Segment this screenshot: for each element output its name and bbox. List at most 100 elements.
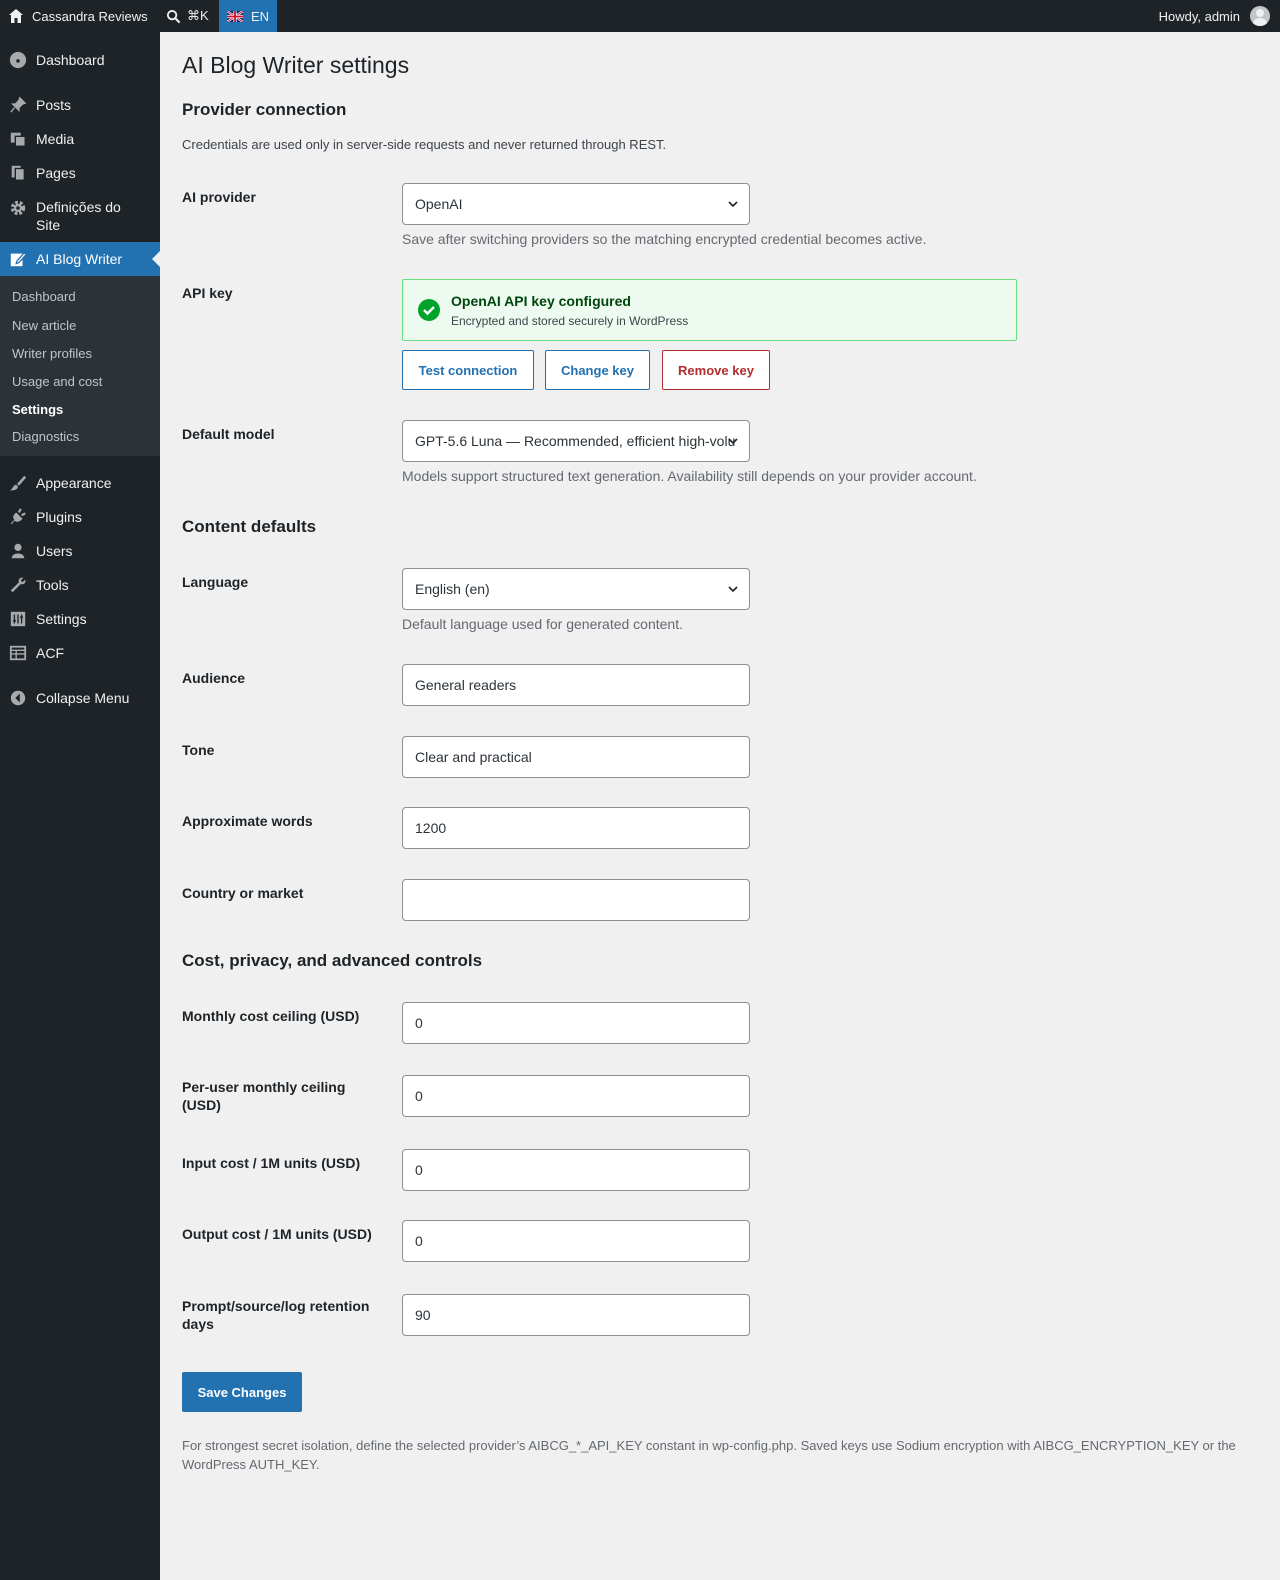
submenu-item-usage-cost[interactable]: Usage and cost — [12, 374, 102, 389]
command-search[interactable]: ⌘K — [166, 0, 209, 32]
sidebar-item-tools[interactable]: Tools — [0, 569, 160, 601]
dashboard-icon — [8, 50, 28, 70]
retention-days-label: Prompt/source/log retention days — [182, 1298, 370, 1332]
encryption-footer-note: For strongest secret isolation, define t… — [182, 1438, 1236, 1472]
sidebar-label: Collapse Menu — [36, 690, 130, 706]
sidebar-label: Posts — [36, 97, 72, 113]
chevron-down-icon — [728, 438, 738, 445]
ai-provider-help: Save after switching providers so the ma… — [402, 231, 927, 247]
settings-icon — [8, 609, 28, 629]
acf-icon — [8, 643, 28, 663]
submenu-item-diagnostics[interactable]: Diagnostics — [12, 429, 79, 444]
per-user-ceiling-input[interactable]: 0 — [402, 1075, 750, 1117]
api-key-status-title: OpenAI API key configured — [451, 293, 631, 309]
plugin-icon — [8, 507, 28, 527]
uk-flag-icon — [227, 10, 243, 22]
change-key-button[interactable]: Change key — [545, 350, 650, 390]
pages-icon — [8, 163, 28, 183]
sidebar-item-users[interactable]: Users — [0, 535, 160, 567]
submenu-item-writer-profiles[interactable]: Writer profiles — [12, 346, 92, 361]
default-model-select[interactable]: GPT-5.6 Luna — Recommended, efficient hi… — [402, 420, 750, 462]
admin-bar: Cassandra Reviews ⌘K EN Howdy, admin — [0, 0, 1280, 32]
search-icon — [166, 9, 181, 23]
api-key-label: API key — [182, 285, 233, 301]
test-connection-button[interactable]: Test connection — [402, 350, 534, 390]
sidebar-item-acf[interactable]: ACF — [0, 637, 160, 669]
section-heading-provider: Provider connection — [182, 100, 347, 119]
language-value: English (en) — [415, 581, 490, 597]
input-cost-input[interactable]: 0 — [402, 1149, 750, 1191]
collapse-icon — [8, 688, 28, 708]
sidebar-label: Plugins — [36, 509, 82, 525]
submenu-item-settings[interactable]: Settings — [12, 402, 63, 417]
wrench-icon — [8, 575, 28, 595]
howdy-text: Howdy, admin — [1158, 8, 1240, 24]
avatar — [1250, 6, 1270, 26]
ai-provider-select[interactable]: OpenAI — [402, 183, 750, 225]
sidebar-label: Settings — [36, 611, 87, 627]
submenu-item-new-article[interactable]: New article — [12, 318, 76, 333]
sidebar-label: Definições do Site — [36, 199, 121, 233]
sidebar-item-posts[interactable]: Posts — [0, 89, 160, 121]
sidebar-label: Appearance — [36, 475, 112, 491]
per-user-ceiling-label: Per-user monthly ceiling (USD) — [182, 1079, 346, 1113]
sidebar-item-dashboard[interactable]: Dashboard — [0, 44, 160, 76]
page-title: AI Blog Writer settings — [182, 52, 410, 78]
sidebar-item-settings[interactable]: Settings — [0, 603, 160, 635]
brush-icon — [8, 473, 28, 493]
input-cost-label: Input cost / 1M units (USD) — [182, 1155, 361, 1171]
site-name: Cassandra Reviews — [32, 8, 148, 24]
approximate-words-input[interactable]: 1200 — [402, 807, 750, 849]
media-icon — [8, 129, 28, 149]
save-changes-button[interactable]: Save Changes — [182, 1372, 302, 1412]
output-cost-input[interactable]: 0 — [402, 1220, 750, 1262]
country-market-input[interactable] — [402, 879, 750, 921]
audience-label: Audience — [182, 670, 246, 686]
country-market-label: Country or market — [182, 885, 304, 901]
sidebar-label: Pages — [36, 165, 76, 181]
sidebar-label: Dashboard — [36, 52, 105, 68]
language-switcher[interactable]: EN — [219, 0, 277, 32]
remove-key-button[interactable]: Remove key — [662, 350, 770, 390]
monthly-ceiling-input[interactable]: 0 — [402, 1002, 750, 1044]
section-heading-cost: Cost, privacy, and advanced controls — [182, 951, 483, 970]
default-model-value: GPT-5.6 Luna — Recommended, efficient hi… — [415, 433, 735, 449]
account-menu[interactable]: Howdy, admin — [1159, 0, 1270, 32]
api-key-status-notice: OpenAI API key configured Encrypted and … — [402, 279, 1017, 341]
ai-blog-writer-submenu: Dashboard New article Writer profiles Us… — [0, 276, 160, 456]
home-icon — [9, 9, 23, 23]
sidebar-item-appearance[interactable]: Appearance — [0, 467, 160, 499]
check-circle-icon — [418, 299, 440, 321]
sidebar-label: ACF — [36, 645, 64, 661]
sidebar-label: Tools — [36, 577, 69, 593]
sidebar-label: Users — [36, 543, 73, 559]
language-code: EN — [251, 8, 270, 24]
audience-input[interactable]: General readers — [402, 664, 750, 706]
sidebar-label: Media — [36, 131, 75, 147]
pin-icon — [8, 95, 28, 115]
language-help: Default language used for generated cont… — [402, 616, 683, 632]
sidebar-item-media[interactable]: Media — [0, 123, 160, 155]
sidebar-item-ai-blog-writer[interactable]: AI Blog Writer — [0, 242, 160, 276]
section-heading-content: Content defaults — [182, 517, 317, 536]
gear-icon — [8, 198, 28, 218]
chevron-down-icon — [728, 201, 738, 208]
language-select[interactable]: English (en) — [402, 568, 750, 610]
retention-days-input[interactable]: 90 — [402, 1294, 750, 1336]
language-label: Language — [182, 574, 249, 590]
default-model-help: Models support structured text generatio… — [402, 468, 977, 484]
tone-input[interactable]: Clear and practical — [402, 736, 750, 778]
monthly-ceiling-label: Monthly cost ceiling (USD) — [182, 1008, 360, 1024]
output-cost-label: Output cost / 1M units (USD) — [182, 1226, 372, 1242]
sidebar-item-plugins[interactable]: Plugins — [0, 501, 160, 533]
user-icon — [8, 541, 28, 561]
site-name-link[interactable]: Cassandra Reviews — [8, 0, 148, 32]
chevron-down-icon — [728, 586, 738, 593]
sidebar-item-site-definitions[interactable]: Definições do Site — [0, 192, 160, 238]
collapse-menu-button[interactable]: Collapse Menu — [0, 682, 160, 714]
sidebar-item-pages[interactable]: Pages — [0, 157, 160, 189]
ai-provider-value: OpenAI — [415, 196, 463, 212]
search-shortcut: ⌘K — [187, 8, 209, 23]
sidebar-label: AI Blog Writer — [36, 251, 123, 267]
submenu-item-dashboard[interactable]: Dashboard — [12, 289, 76, 304]
